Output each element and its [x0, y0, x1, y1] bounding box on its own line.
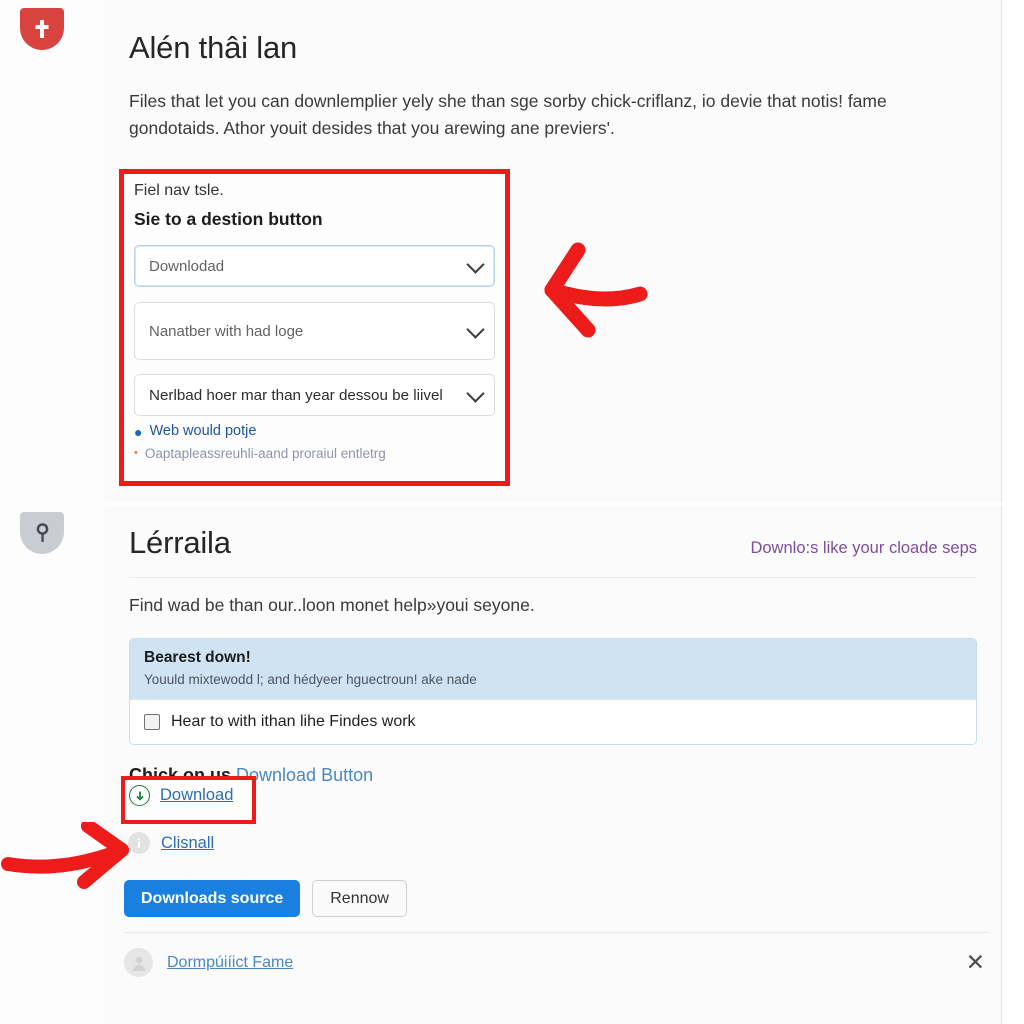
- clisnall-link[interactable]: Clisnall: [161, 834, 214, 853]
- list-item[interactable]: • Oaptapleassreuhli-aand proraiul entlet…: [134, 446, 495, 462]
- list-item[interactable]: ● Web would potje: [134, 423, 495, 442]
- number-select-value: Nanatber with had loge: [149, 322, 304, 340]
- destination-select[interactable]: Downlodad: [134, 245, 495, 287]
- download-link[interactable]: Download: [160, 786, 233, 805]
- list-item-label: Oaptapleassreuhli-aand proraiul entletrg: [144, 445, 386, 461]
- checkbox-label: Hear to with ithan lihe Findes work: [171, 713, 416, 730]
- shield-key-icon[interactable]: [20, 512, 64, 554]
- bullet-dot-icon: •: [134, 446, 138, 459]
- shield-plus-icon[interactable]: [20, 8, 64, 50]
- chevron-down-icon: [466, 384, 485, 403]
- footer-row: Dormpúiíict Fame ✕: [124, 948, 989, 977]
- info-circle-icon: i: [128, 832, 150, 854]
- info-box-title: Bearest down!: [144, 649, 251, 666]
- avatar-icon: [124, 948, 153, 977]
- footer-divider: [124, 932, 989, 933]
- chevron-down-icon: [466, 255, 485, 274]
- instruction-text: Chick on us Download Button: [129, 765, 977, 786]
- downloads-source-button[interactable]: Downloads source: [124, 880, 301, 917]
- info-box: Bearest down! Youuld mixtewodd l; and hé…: [129, 638, 977, 745]
- download-row[interactable]: Download: [129, 785, 233, 806]
- reload-select-value: Nerlbad hoer mar than year dessou be lii…: [149, 386, 443, 404]
- list-item-label: Web would potje: [149, 423, 257, 439]
- download-circle-icon: [129, 785, 150, 806]
- info-box-header: Bearest down! Youuld mixtewodd l; and hé…: [130, 639, 976, 699]
- number-select[interactable]: Nanatber with had loge: [134, 302, 495, 360]
- download-button-link[interactable]: Download Button: [236, 765, 373, 785]
- bottom-page-description: Find wad be than our..loon monet help»yo…: [129, 595, 535, 615]
- chevron-down-icon: [466, 320, 485, 339]
- page-title: Alén thâi lan: [129, 30, 298, 65]
- close-icon[interactable]: ✕: [962, 951, 989, 974]
- left-rail: [0, 0, 105, 1024]
- bottom-page-title: Lérraila: [129, 525, 231, 560]
- action-button-row: Downloads source Rennow: [124, 880, 407, 917]
- form-bullet-list: ● Web would potje • Oaptapleassreuhli-aa…: [134, 423, 495, 462]
- clisnall-row[interactable]: i Clisnall: [128, 832, 214, 854]
- info-box-checkbox-row[interactable]: Hear to with ithan lihe Findes work: [130, 699, 976, 744]
- page-description: Files that let you can downlemplier yely…: [129, 91, 887, 139]
- reload-select[interactable]: Nerlbad hoer mar than year dessou be lii…: [134, 374, 495, 416]
- header-divider: [129, 577, 977, 578]
- bullet-dot-icon: ●: [134, 424, 143, 440]
- cloud-setup-link[interactable]: Downlo:s like your cloade seps: [750, 539, 977, 558]
- bottom-panel: Lérraila Downlo:s like your cloade seps …: [105, 505, 1002, 1024]
- checkbox-icon[interactable]: [144, 714, 160, 730]
- bottom-panel-header: Lérraila Downlo:s like your cloade seps: [129, 505, 977, 561]
- form-heading: Sie to a destion button: [134, 209, 323, 229]
- rennow-button[interactable]: Rennow: [312, 880, 407, 917]
- footer-link[interactable]: Dormpúiíict Fame: [167, 954, 293, 972]
- screenshot-root: Alén thâi lan Files that let you can dow…: [0, 0, 1024, 1024]
- destination-select-value: Downlodad: [149, 257, 225, 275]
- info-box-subtitle: Youuld mixtewodd l; and hédyeer hguectro…: [144, 672, 477, 687]
- form-caption: Fiel nav tsle.: [134, 182, 224, 199]
- form-highlight-box: Fiel nav tsle. Sie to a destion button D…: [119, 169, 510, 486]
